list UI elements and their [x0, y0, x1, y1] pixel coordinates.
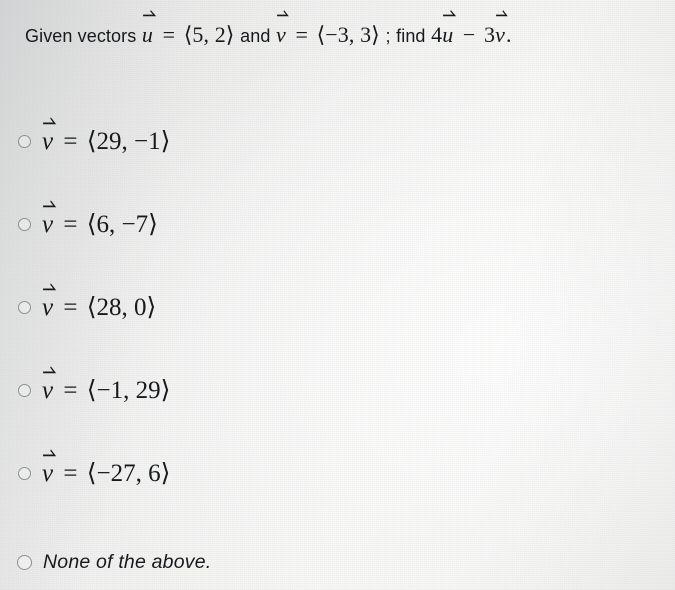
quiz-content: Given vectors u = ⟨5, 2⟩ and v = ⟨−3, 3⟩… [0, 0, 675, 590]
answer-option-1[interactable]: v = ⟨29, −1⟩ [18, 116, 171, 158]
vector-v-value: ⟨−3, 3⟩ [316, 22, 380, 47]
expression-operator: − [462, 22, 476, 47]
answer-option-5[interactable]: v = ⟨−27, 6⟩ [18, 448, 171, 490]
expression-period: . [506, 22, 512, 47]
answer-option-5-value: ⟨−27, 6⟩ [86, 459, 171, 487]
equals-sign: = [63, 127, 78, 155]
equals-sign: = [63, 210, 78, 238]
vector-u-symbol: u [442, 9, 457, 50]
radio-button-option-3[interactable] [18, 300, 31, 314]
vector-v-symbol: v [276, 9, 289, 50]
vector-arrow-icon [42, 448, 56, 459]
answer-option-4-label: v = ⟨−1, 29⟩ [42, 365, 171, 404]
equals-sign: = [63, 376, 78, 404]
vector-v-symbol: v [42, 199, 56, 237]
equals-sign: = [63, 293, 78, 321]
vector-arrow-icon [42, 282, 56, 293]
question-find-word: find [396, 26, 426, 46]
answer-option-3-label: v = ⟨28, 0⟩ [42, 282, 157, 321]
answer-option-none-of-the-above[interactable]: None of the above. [17, 545, 211, 579]
question-math-u: u = ⟨5, 2⟩ [142, 9, 240, 50]
equals-sign: = [63, 459, 78, 487]
radio-button-option-4[interactable] [18, 383, 31, 397]
expression-coefficient-1: 4 [431, 22, 443, 47]
answer-option-2[interactable]: v = ⟨6, −7⟩ [18, 199, 158, 241]
vector-arrow-icon [42, 116, 56, 127]
equals-sign-v: = [295, 22, 308, 47]
answer-option-4-value: ⟨−1, 29⟩ [86, 376, 171, 404]
answer-option-2-label: v = ⟨6, −7⟩ [42, 199, 158, 238]
vector-arrow-icon [495, 9, 508, 18]
vector-arrow-icon [442, 9, 457, 18]
radio-button-option-2[interactable] [18, 217, 31, 231]
question-separator: ; [385, 26, 391, 46]
vector-v-symbol: v [495, 9, 508, 50]
answer-option-2-value: ⟨6, −7⟩ [86, 210, 158, 238]
question-expression: 4u − 3v. [431, 9, 512, 50]
vector-arrow-icon [276, 9, 289, 18]
vector-arrow-icon [142, 9, 156, 18]
answer-option-5-label: v = ⟨−27, 6⟩ [42, 448, 171, 487]
vector-v-symbol: v [42, 448, 56, 486]
equals-sign-u: = [162, 22, 176, 47]
radio-button-option-1[interactable] [18, 134, 31, 148]
answer-option-1-value: ⟨29, −1⟩ [86, 127, 171, 155]
answer-option-3-value: ⟨28, 0⟩ [86, 293, 157, 321]
radio-button-option-5[interactable] [18, 466, 31, 480]
question-prompt: Given vectors u = ⟨5, 2⟩ and v = ⟨−3, 3⟩… [25, 9, 512, 51]
vector-arrow-icon [42, 365, 56, 376]
radio-button-option-none-of-the-above[interactable] [17, 554, 32, 570]
answer-option-4[interactable]: v = ⟨−1, 29⟩ [18, 365, 171, 407]
answer-option-none-of-the-above-label: None of the above. [43, 550, 212, 573]
question-conjunction: and [240, 26, 271, 46]
question-lead-text: Given vectors [25, 26, 137, 46]
vector-v-symbol: v [42, 116, 56, 154]
vector-v-symbol: v [42, 365, 56, 403]
vector-arrow-icon [42, 199, 56, 210]
answer-option-3[interactable]: v = ⟨28, 0⟩ [18, 282, 157, 324]
vector-u-symbol: u [142, 9, 156, 50]
answer-option-1-label: v = ⟨29, −1⟩ [42, 116, 171, 155]
vector-v-symbol: v [42, 282, 56, 320]
vector-u-value: ⟨5, 2⟩ [183, 22, 235, 47]
question-math-v: v = ⟨−3, 3⟩ [276, 9, 386, 50]
expression-coefficient-2: 3 [484, 22, 496, 47]
